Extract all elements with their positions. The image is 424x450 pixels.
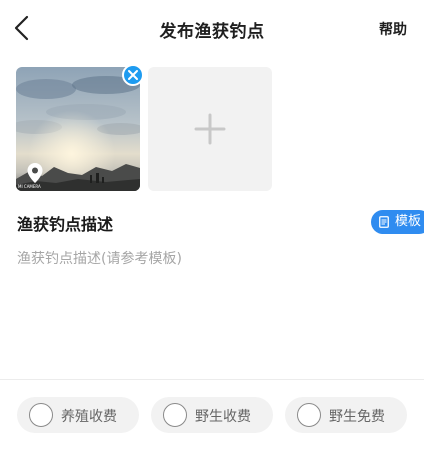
- add-photo-button[interactable]: [148, 67, 272, 191]
- photo-watermark: MI CAMERA: [18, 184, 41, 189]
- radio-circle-icon[interactable]: [163, 403, 187, 427]
- document-icon: [379, 216, 389, 228]
- option-wild-free[interactable]: 野生免费: [285, 397, 407, 433]
- close-icon: [128, 70, 138, 80]
- plus-icon: [194, 113, 226, 145]
- fee-type-options: 养殖收费 野生收费 野生免费: [0, 397, 424, 433]
- option-label: 野生免费: [329, 409, 385, 425]
- description-label: 渔获钓点描述: [17, 215, 114, 234]
- option-label: 野生收费: [195, 409, 251, 425]
- photo-thumbnail[interactable]: MI CAMERA: [16, 67, 140, 191]
- option-label: 养殖收费: [61, 409, 117, 425]
- page-title: 发布渔获钓点: [159, 22, 265, 42]
- option-farmed-paid[interactable]: 养殖收费: [17, 397, 139, 433]
- option-wild-paid[interactable]: 野生收费: [151, 397, 273, 433]
- help-button[interactable]: 帮助: [379, 19, 407, 39]
- template-button[interactable]: 模板: [371, 210, 424, 234]
- radio-circle-icon[interactable]: [29, 403, 53, 427]
- remove-photo-button[interactable]: [122, 64, 144, 86]
- template-label: 模板: [395, 214, 422, 229]
- nav-bar: 发布渔获钓点 帮助: [0, 0, 424, 56]
- description-input[interactable]: [17, 248, 407, 358]
- map-pin-icon: [27, 163, 43, 183]
- radio-circle-icon[interactable]: [297, 403, 321, 427]
- divider: [0, 379, 424, 380]
